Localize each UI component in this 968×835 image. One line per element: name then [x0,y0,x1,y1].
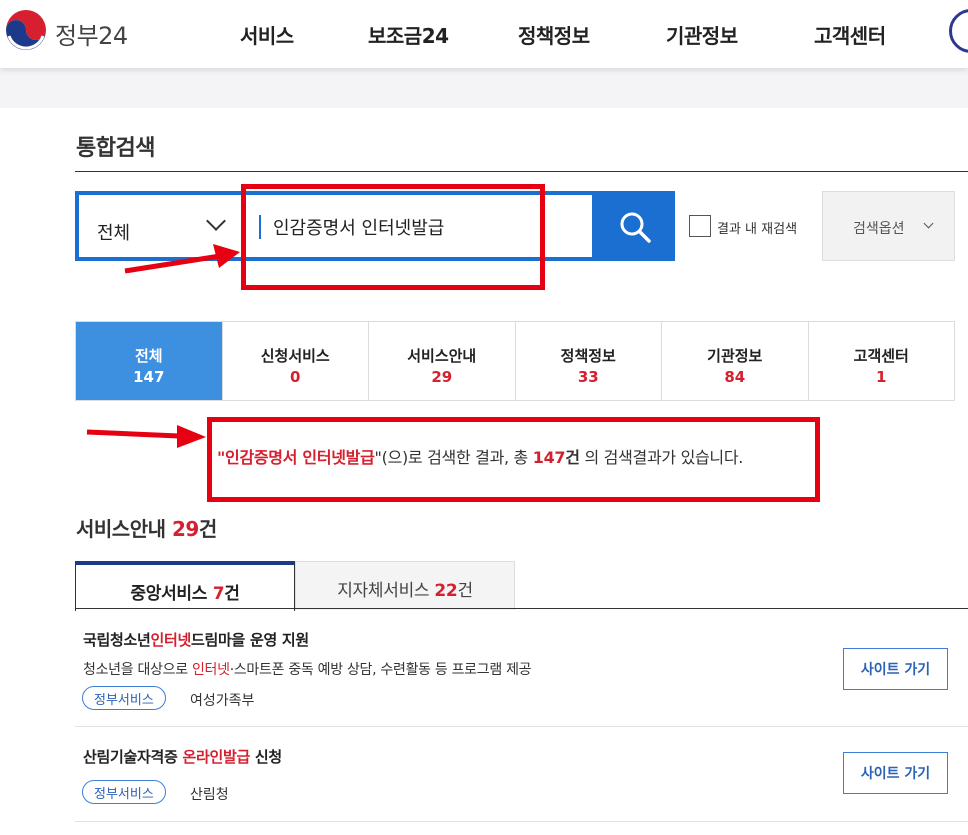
subtab-unit: 건 [457,581,473,601]
government-logo-icon[interactable] [5,9,47,51]
title-text: 신청 [249,748,282,766]
subtabs-divider [75,608,968,609]
category-tabs: 전체 147 신청서비스 0 서비스안내 29 정책정보 33 기관정보 84 … [75,321,955,401]
section-title: 서비스안내 29건 [76,513,217,542]
tab-label: 서비스안내 [407,347,477,365]
page-title: 통합검색 [76,136,155,161]
title-text: 드림마을 운영 지원 [191,631,309,649]
item-description: 청소년을 대상으로 인터넷·스마트폰 중독 예방 상담, 수련활동 등 프로그램… [83,659,532,679]
title-divider [75,171,968,172]
title-text: 산림기술자격증 [83,748,183,766]
site-header: 정부24 서비스 보조금24 정책정보 기관정보 고객센터 [0,0,968,68]
agency-name: 여성가족부 [190,693,255,709]
logo-text[interactable]: 정부24 [55,16,128,51]
tab-count: 1 [876,368,887,386]
section-unit: 건 [198,517,217,541]
tab-service-guide[interactable]: 서비스안내 29 [368,322,515,400]
site-go-button[interactable]: 사이트 가기 [843,752,948,794]
tab-label: 전체 [134,347,163,365]
tab-policy-info[interactable]: 정책정보 33 [514,322,661,400]
tab-customer-center[interactable]: 고객센터 1 [807,322,954,400]
research-checkbox[interactable] [689,215,711,237]
agency-name: 산림청 [190,787,229,803]
subtab-label: 중앙서비스 [130,584,213,604]
user-menu-icon[interactable] [949,9,968,53]
nav-agency-info[interactable]: 기관정보 [666,20,738,49]
tab-count: 0 [290,368,301,386]
service-type-badge: 정부서비스 [82,780,166,804]
tab-application-services[interactable]: 신청서비스 0 [221,322,368,400]
tab-label: 고객센터 [853,347,909,365]
tab-local-services[interactable]: 지자체서비스 22건 [295,561,515,610]
subtab-count: 22 [434,581,458,601]
site-go-button[interactable]: 사이트 가기 [843,648,948,690]
list-item: 산림기술자격증 온라인발급 신청 정부서비스 산림청 사이트 가기 [75,727,968,822]
annotation-arrow-icon [86,425,206,448]
desc-highlight: 인터넷 [191,662,230,678]
tab-all[interactable]: 전체 147 [76,322,222,400]
nav-subsidy24[interactable]: 보조금24 [368,20,449,49]
search-options-label: 검색옵션 [853,221,905,237]
item-title[interactable]: 국립청소년인터넷드림마을 운영 지원 [83,629,309,650]
annotation-box-search [241,184,545,290]
chevron-down-icon[interactable] [206,211,226,231]
title-highlight: 온라인발급 [182,748,250,766]
tab-label: 정책정보 [560,347,616,365]
nav-customer-center[interactable]: 고객센터 [814,20,886,49]
search-options-button[interactable]: 검색옵션 [822,191,955,261]
nav-policy-info[interactable]: 정책정보 [518,20,590,49]
chevron-down-icon [923,218,934,229]
tab-label: 기관정보 [707,347,763,365]
title-highlight: 인터넷 [150,631,192,649]
tab-label: 신청서비스 [260,347,330,365]
tab-agency-info[interactable]: 기관정보 84 [661,322,808,400]
tab-count: 84 [724,368,746,386]
research-label[interactable]: 결과 내 재검색 [717,218,797,237]
tab-central-services[interactable]: 중앙서비스 7건 [75,561,295,611]
title-text: 국립청소년 [83,631,151,649]
annotation-arrow-icon [124,244,240,274]
item-title[interactable]: 산림기술자격증 온라인발급 신청 [83,746,282,767]
section-count: 29 [171,517,199,541]
search-icon [620,212,651,243]
tab-count: 33 [577,368,599,386]
header-band [0,68,968,108]
subtab-label: 지자체서비스 [337,581,435,601]
section-title-text: 서비스안내 [76,517,166,541]
tab-count: 29 [431,368,453,386]
list-item: 국립청소년인터넷드림마을 운영 지원 청소년을 대상으로 인터넷·스마트폰 중독… [75,610,968,727]
tab-count: 147 [133,368,165,386]
desc-text: ·스마트폰 중독 예방 상담, 수련활동 등 프로그램 제공 [229,662,532,678]
subtab-unit: 건 [224,584,240,604]
desc-text: 청소년을 대상으로 [83,662,192,678]
nav-services[interactable]: 서비스 [240,20,294,49]
search-button[interactable] [596,191,675,261]
annotation-box-result [207,417,820,502]
service-type-badge: 정부서비스 [82,686,166,710]
subtab-count: 7 [212,584,225,604]
